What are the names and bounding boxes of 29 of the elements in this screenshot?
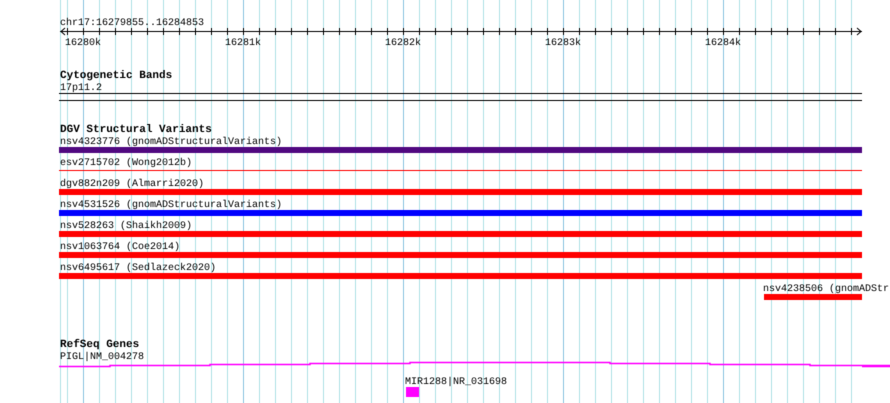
variant-label: nsv1063764 (Coe2014) — [60, 242, 180, 253]
track-title: Cytogenetic Bands — [60, 70, 172, 82]
tick-label: 16280k — [65, 38, 101, 49]
tick-label: 16282k — [385, 38, 421, 49]
variant-label: nsv6495617 (Sedlazeck2020) — [60, 263, 216, 274]
track-title: DGV Structural Variants — [60, 124, 212, 136]
variant-bar[interactable] — [764, 294, 862, 300]
variant-label: nsv4323776 (gnomADStructuralVariants) — [60, 137, 282, 148]
exon-block[interactable] — [406, 387, 419, 397]
track-title: RefSeq Genes — [60, 339, 140, 351]
variant-label: nsv528263 (Shaikh2009) — [60, 221, 192, 232]
variant-label: esv2715702 (Wong2012b) — [60, 158, 192, 169]
variant-label: nsv4238506 (gnomADStr — [763, 284, 890, 295]
band-label: 17p11.2 — [60, 83, 102, 94]
variant-label: nsv4531526 (gnomADStructuralVariants) — [60, 200, 282, 211]
variant-bar[interactable] — [59, 210, 862, 216]
variant-bar[interactable] — [59, 252, 862, 258]
variant-bar[interactable] — [59, 189, 862, 195]
tick-label: 16284k — [705, 38, 741, 49]
variant-bar[interactable] — [59, 231, 862, 237]
variant-label: dgv882n209 (Almarri2020) — [60, 179, 204, 190]
gene-label: PIGL|NM_004278 — [60, 352, 144, 363]
tick-label: 16283k — [545, 38, 581, 49]
variant-bar[interactable] — [59, 147, 862, 153]
ruler-title: chr17:16279855..16284853 — [60, 18, 204, 29]
tick-label: 16281k — [225, 38, 261, 49]
variant-bar[interactable] — [59, 273, 862, 279]
gene-label: MIR1288|NR_031698 — [405, 377, 508, 388]
gene-line[interactable] — [59, 362, 890, 368]
